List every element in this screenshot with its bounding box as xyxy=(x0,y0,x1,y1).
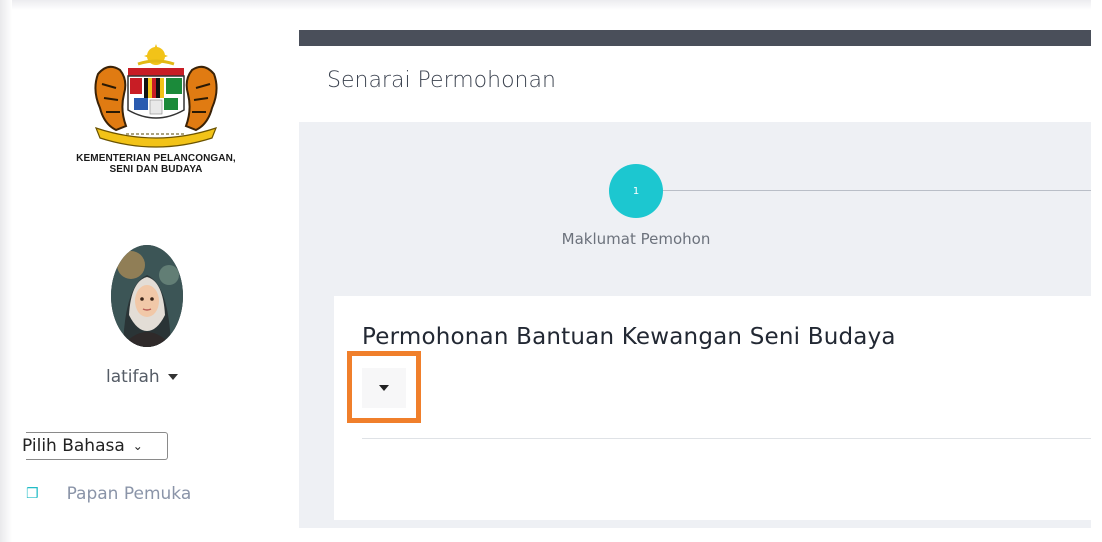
page-title: Senarai Permohonan xyxy=(327,68,556,93)
window-frame-left xyxy=(0,0,12,542)
user-avatar[interactable] xyxy=(111,245,183,347)
user-menu[interactable]: latifah xyxy=(106,364,178,390)
ministry-line-2: SENI DAN BUDAYA xyxy=(109,164,203,175)
chevron-down-icon: ⌄ xyxy=(132,439,143,453)
sidebar-item-label: Papan Pemuka xyxy=(66,484,192,504)
step-number: 1 xyxy=(632,185,640,197)
ministry-name: KEMENTERIAN PELANCONGAN, SENI DAN BUDAYA xyxy=(32,153,280,175)
step-1-indicator[interactable]: 1 xyxy=(609,164,663,218)
window-frame-right xyxy=(1091,0,1102,542)
caret-down-icon xyxy=(167,374,178,380)
window-frame-top xyxy=(0,0,1102,10)
divider xyxy=(362,438,1091,439)
language-select-value: Pilih Bahasa xyxy=(22,436,125,456)
stepper-connector xyxy=(661,190,1091,191)
expand-toggle-button[interactable] xyxy=(362,368,406,408)
caret-down-icon xyxy=(379,385,389,391)
language-select[interactable]: Pilih Bahasa ⌄ xyxy=(22,432,168,460)
application-card: Permohonan Bantuan Kewangan Seni Budaya xyxy=(334,296,1091,520)
sidebar-item-papan-pemuka[interactable]: ❒ Papan Pemuka xyxy=(26,480,191,508)
page-header: Senarai Permohonan xyxy=(299,46,1091,122)
step-1-label: Maklumat Pemohon xyxy=(561,230,711,248)
card-title: Permohonan Bantuan Kewangan Seni Budaya xyxy=(362,324,896,350)
ministry-line-1: KEMENTERIAN PELANCONGAN, xyxy=(76,153,236,164)
username-label: latifah xyxy=(106,367,160,387)
dashboard-icon: ❒ xyxy=(26,486,39,502)
main-content: 1 Maklumat Pemohon Permohonan Bantuan Ke… xyxy=(299,122,1091,528)
sidebar: KEMENTERIAN PELANCONGAN, SENI DAN BUDAYA… xyxy=(12,10,300,542)
coat-of-arms-logo xyxy=(94,44,218,148)
top-bar xyxy=(299,30,1091,46)
